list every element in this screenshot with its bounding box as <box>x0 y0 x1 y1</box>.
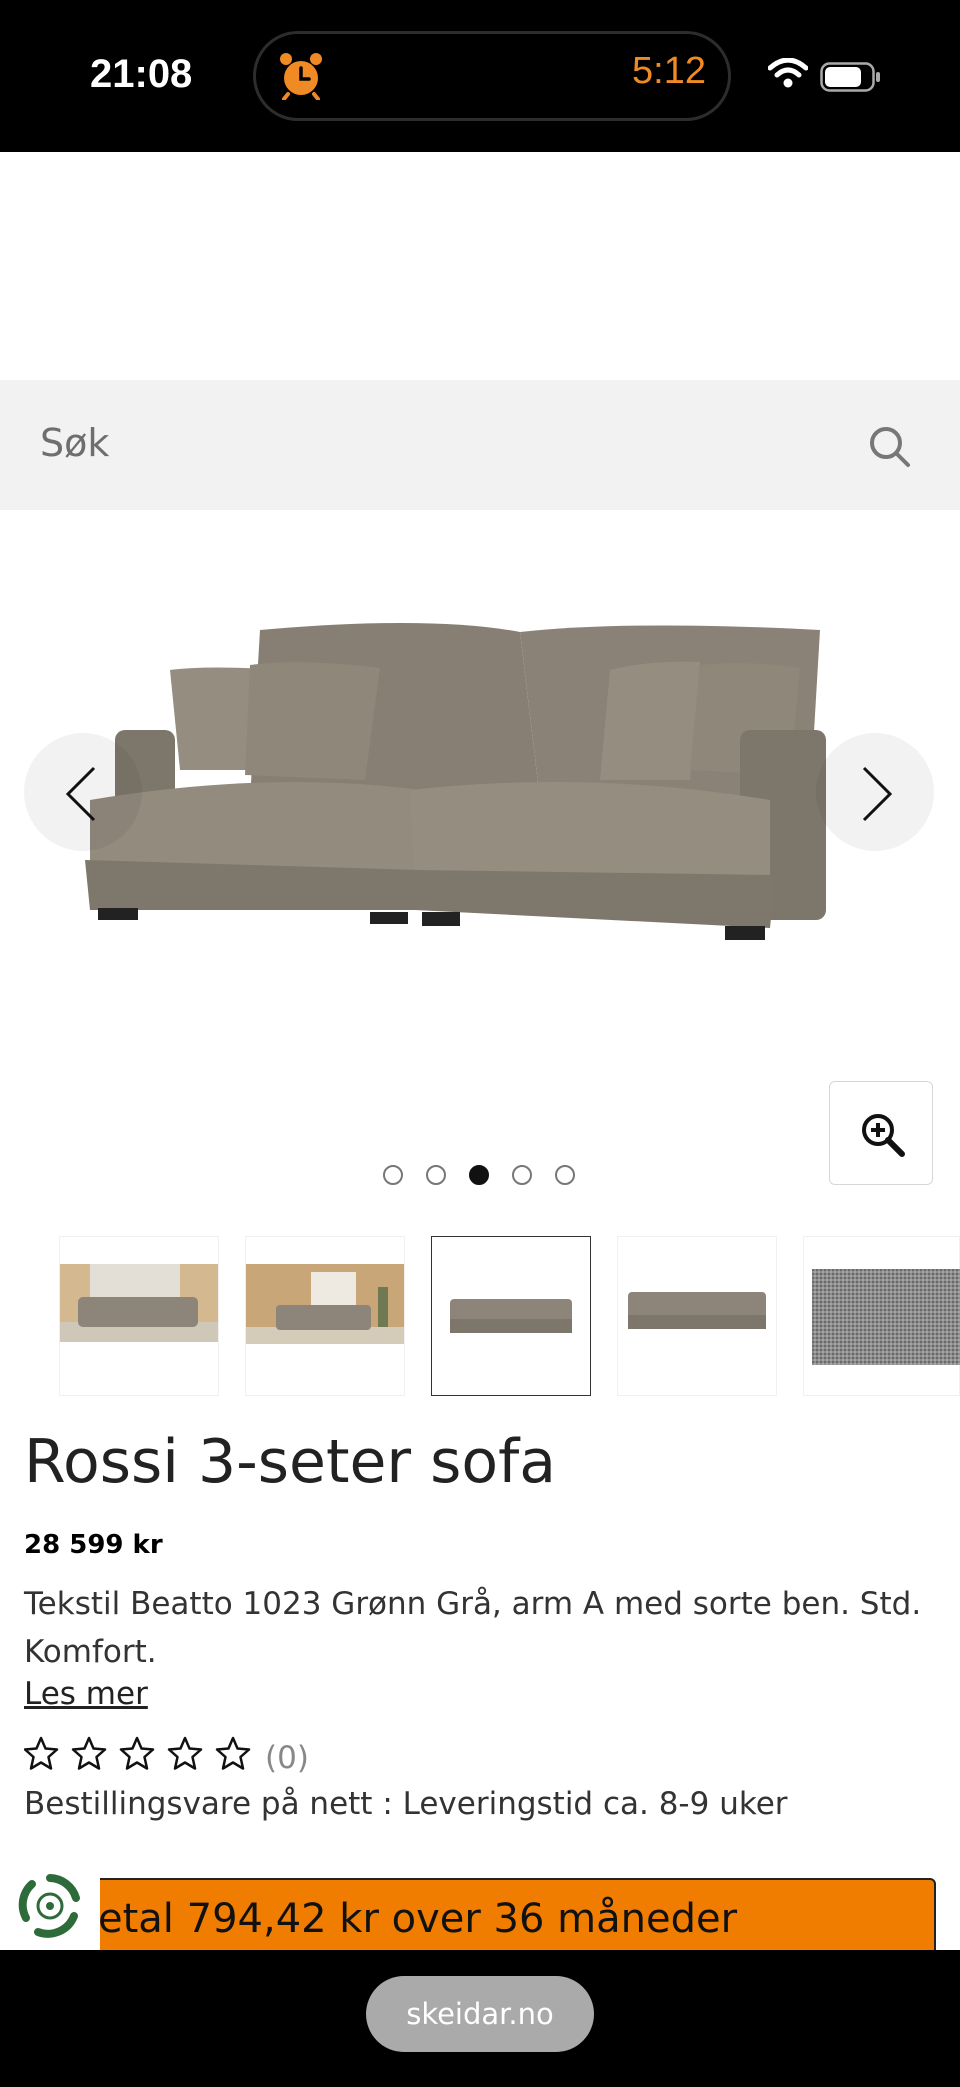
menu-label[interactable]: Meny <box>30 330 89 355</box>
thumbnail[interactable] <box>59 1236 219 1396</box>
browser-bottom-bar: skeidar.no <box>0 1950 960 2087</box>
rating-count[interactable]: (0) <box>265 1740 309 1776</box>
star-icon <box>71 1736 107 1770</box>
thumbnail[interactable] <box>803 1236 960 1396</box>
thumbnail[interactable] <box>245 1236 405 1396</box>
gallery-dot[interactable] <box>383 1165 403 1185</box>
dynamic-island: 5:12 <box>253 31 731 121</box>
gallery-next-button[interactable] <box>816 733 934 851</box>
zoom-in-icon <box>860 1112 906 1162</box>
battery-icon <box>820 62 882 96</box>
site-logo[interactable]: SKEIDAR <box>136 250 650 327</box>
chevron-left-icon <box>64 765 98 827</box>
gallery-dot-active[interactable] <box>469 1165 489 1185</box>
promo-ticker-left: r pinse 2026 <box>0 148 189 183</box>
thumbnail-active[interactable] <box>431 1236 591 1396</box>
finance-banner[interactable]: etal 794,42 kr over 36 måneder <box>68 1878 936 1958</box>
status-bar: 21:08 5:12 r pinse 2026 Alltid lo <box>0 0 960 183</box>
gallery-dot[interactable] <box>512 1165 532 1185</box>
rating-stars[interactable] <box>23 1736 256 1776</box>
alarm-clock-icon <box>278 50 324 104</box>
search-input[interactable] <box>38 402 842 484</box>
read-more-link[interactable]: Les mer <box>24 1676 148 1712</box>
chevron-right-icon <box>860 765 894 827</box>
hamburger-icon <box>28 272 84 322</box>
search-bar <box>0 380 960 510</box>
promo-ticker-right: Alltid lo <box>861 148 960 183</box>
cart-icon[interactable] <box>867 265 930 325</box>
star-icon <box>23 1736 59 1770</box>
thumbnail[interactable] <box>617 1236 777 1396</box>
product-image-sofa <box>85 622 826 940</box>
star-icon <box>167 1736 203 1770</box>
account-icon[interactable] <box>768 265 824 325</box>
product-description: Tekstil Beatto 1023 Grønn Grå, arm A med… <box>24 1586 922 1670</box>
product-title: Rossi 3-seter sofa <box>24 1427 557 1497</box>
alarm-time: 5:12 <box>632 50 706 92</box>
gallery-dot[interactable] <box>426 1165 446 1185</box>
zoom-button[interactable] <box>829 1081 933 1185</box>
finance-text: etal 794,42 kr over 36 måneder <box>98 1896 738 1942</box>
star-icon <box>215 1736 251 1770</box>
search-icon[interactable] <box>868 425 912 473</box>
availability-text: Bestillingsvare på nett : Leveringstid c… <box>24 1786 788 1822</box>
star-icon <box>119 1736 155 1770</box>
status-time: 21:08 <box>90 52 193 96</box>
menu-button[interactable] <box>28 270 94 322</box>
product-image-gallery[interactable] <box>0 510 960 1215</box>
wifi-icon <box>767 57 809 92</box>
gallery-prev-button[interactable] <box>24 733 142 851</box>
recycle-icon <box>16 1872 84 1944</box>
product-price: 28 599 kr <box>24 1530 163 1560</box>
url-pill[interactable]: skeidar.no <box>366 1976 594 2052</box>
gallery-dot[interactable] <box>555 1165 575 1185</box>
eco-badge[interactable] <box>0 1858 100 1958</box>
